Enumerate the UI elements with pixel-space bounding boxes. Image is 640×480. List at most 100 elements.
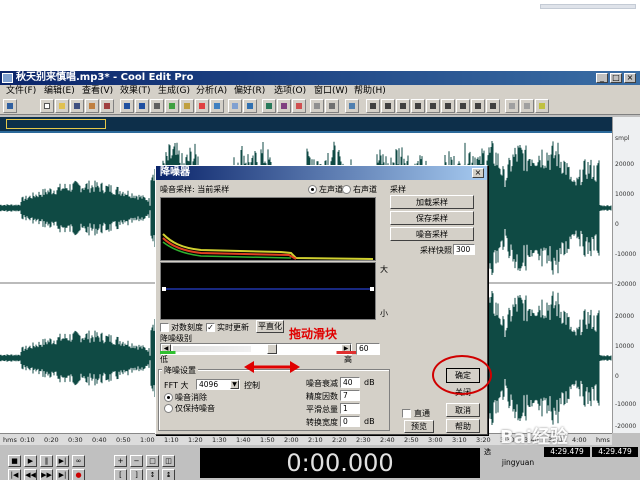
time-tick: 1:20 [188, 436, 203, 444]
ruler-label: 20000 [615, 313, 635, 320]
grid-icon-3[interactable] [396, 99, 410, 113]
grid-icon-4[interactable] [411, 99, 425, 113]
menu-window[interactable]: 窗口(W) [310, 85, 352, 97]
zoom-vert-in-icon[interactable]: ↕ [146, 469, 159, 480]
copy-icon[interactable] [165, 99, 179, 113]
selection-label: 选 [484, 448, 491, 456]
live-update-checkbox[interactable]: ✓ [206, 323, 215, 332]
grid-icon-7[interactable] [456, 99, 470, 113]
right-channel-radio[interactable] [342, 185, 351, 194]
grid-icon-9[interactable] [486, 99, 500, 113]
stop-icon[interactable]: ■ [8, 455, 21, 467]
help-icon[interactable] [535, 99, 549, 113]
record-icon[interactable]: ● [72, 469, 85, 480]
zoom-in-icon[interactable]: + [114, 455, 127, 467]
wave-icon[interactable] [262, 99, 276, 113]
chevron-down-icon[interactable]: ▼ [230, 380, 239, 389]
noise-level-field[interactable]: 60 [356, 343, 380, 355]
menu-generate[interactable]: 生成(G) [154, 85, 194, 97]
preview-button[interactable]: 预览 [404, 420, 434, 433]
zoom-out-icon[interactable]: − [130, 455, 143, 467]
reduction-curve-graph[interactable] [160, 262, 376, 320]
remove-noise-radio[interactable] [164, 393, 173, 402]
dialog-close-button[interactable]: × [472, 168, 484, 178]
mixer-icon[interactable] [325, 99, 339, 113]
menu-options[interactable]: 选项(O) [270, 85, 310, 97]
grid-icon-8[interactable] [471, 99, 485, 113]
snapshots-field[interactable]: 300 [453, 244, 475, 255]
multitrack-icon[interactable] [3, 99, 17, 113]
zoom-full-icon[interactable]: □ [146, 455, 159, 467]
save-all-icon[interactable] [85, 99, 99, 113]
marker-icon[interactable] [292, 99, 306, 113]
cut-icon[interactable] [150, 99, 164, 113]
overview-bar[interactable] [0, 117, 612, 133]
minimize-button[interactable]: _ [596, 73, 608, 83]
menu-bar: 文件(F) 编辑(E) 查看(V) 效果(T) 生成(G) 分析(A) 偏好(R… [0, 85, 640, 97]
open-file-icon[interactable] [55, 99, 69, 113]
trim-icon[interactable] [210, 99, 224, 113]
play-icon[interactable]: ▶ [24, 455, 37, 467]
precision-field[interactable]: 7 [340, 390, 360, 401]
new-file-icon[interactable] [40, 99, 54, 113]
ruler-label: 10000 [615, 191, 635, 198]
loop-icon[interactable] [228, 99, 242, 113]
get-noise-sample-button[interactable]: 噪音采样 [390, 227, 474, 241]
transition-field[interactable]: 0 [340, 416, 360, 427]
redo-icon[interactable] [135, 99, 149, 113]
help-button[interactable]: 帮助 [446, 419, 480, 433]
precision-label: 精度因数 [306, 392, 338, 401]
time-tick: 2:00 [284, 436, 299, 444]
menu-view[interactable]: 查看(V) [78, 85, 117, 97]
smoothing-field[interactable]: 1 [340, 403, 360, 414]
menu-effects[interactable]: 效果(T) [116, 85, 155, 97]
save-sample-button[interactable]: 保存采样 [390, 211, 474, 225]
grid-icon-2[interactable] [381, 99, 395, 113]
maximize-button[interactable]: □ [610, 73, 622, 83]
sample-group-label: 采样 [390, 185, 406, 194]
time-tick: 2:50 [404, 436, 419, 444]
flatten-button[interactable]: 平直化 [256, 320, 284, 333]
level-color-strip [160, 351, 356, 354]
zoom-selection-icon[interactable]: ◫ [162, 455, 175, 467]
close-button[interactable]: × [624, 73, 636, 83]
rewind-icon[interactable]: ◀◀ [24, 469, 37, 480]
reduce-by-field[interactable]: 40 [340, 377, 360, 388]
left-channel-radio[interactable] [308, 185, 317, 194]
menu-analyze[interactable]: 分析(A) [192, 85, 231, 97]
bypass-checkbox[interactable] [402, 409, 411, 418]
pause-icon[interactable]: ‖ [40, 455, 53, 467]
save-file-icon[interactable] [70, 99, 84, 113]
play-to-end-icon[interactable]: ▶| [56, 455, 69, 467]
spectral-icon[interactable] [277, 99, 291, 113]
loop-play-icon[interactable]: ∞ [72, 455, 85, 467]
grid-icon-5[interactable] [426, 99, 440, 113]
mix-paste-icon[interactable] [195, 99, 209, 113]
keep-noise-radio[interactable] [164, 404, 173, 413]
menu-file[interactable]: 文件(F) [2, 85, 40, 97]
cd-icon[interactable] [310, 99, 324, 113]
menu-preferences[interactable]: 偏好(R) [230, 85, 269, 97]
visible-range-marker[interactable] [6, 119, 106, 129]
zoom-left-icon[interactable]: [ [114, 469, 127, 480]
zoom-vert-out-icon[interactable]: ↨ [162, 469, 175, 480]
grid-icon-1[interactable] [366, 99, 380, 113]
app-icon [2, 73, 13, 83]
grid-icon-6[interactable] [441, 99, 455, 113]
menu-help[interactable]: 帮助(H) [350, 85, 390, 97]
menu-edit[interactable]: 编辑(E) [40, 85, 79, 97]
repeat-icon[interactable] [243, 99, 257, 113]
go-start-icon[interactable]: |◀ [8, 469, 21, 480]
go-end-icon[interactable]: ▶| [56, 469, 69, 480]
log-scale-checkbox[interactable] [160, 323, 169, 332]
paste-icon[interactable] [180, 99, 194, 113]
toolbar-icon[interactable] [520, 99, 534, 113]
undo-icon[interactable] [120, 99, 134, 113]
cancel-button[interactable]: 取消 [446, 403, 480, 417]
zoom-right-icon[interactable]: ] [130, 469, 143, 480]
view-icon[interactable] [345, 99, 359, 113]
forward-icon[interactable]: ▶▶ [40, 469, 53, 480]
settings-icon[interactable] [505, 99, 519, 113]
load-sample-button[interactable]: 加载采样 [390, 195, 474, 209]
close-file-icon[interactable] [100, 99, 114, 113]
